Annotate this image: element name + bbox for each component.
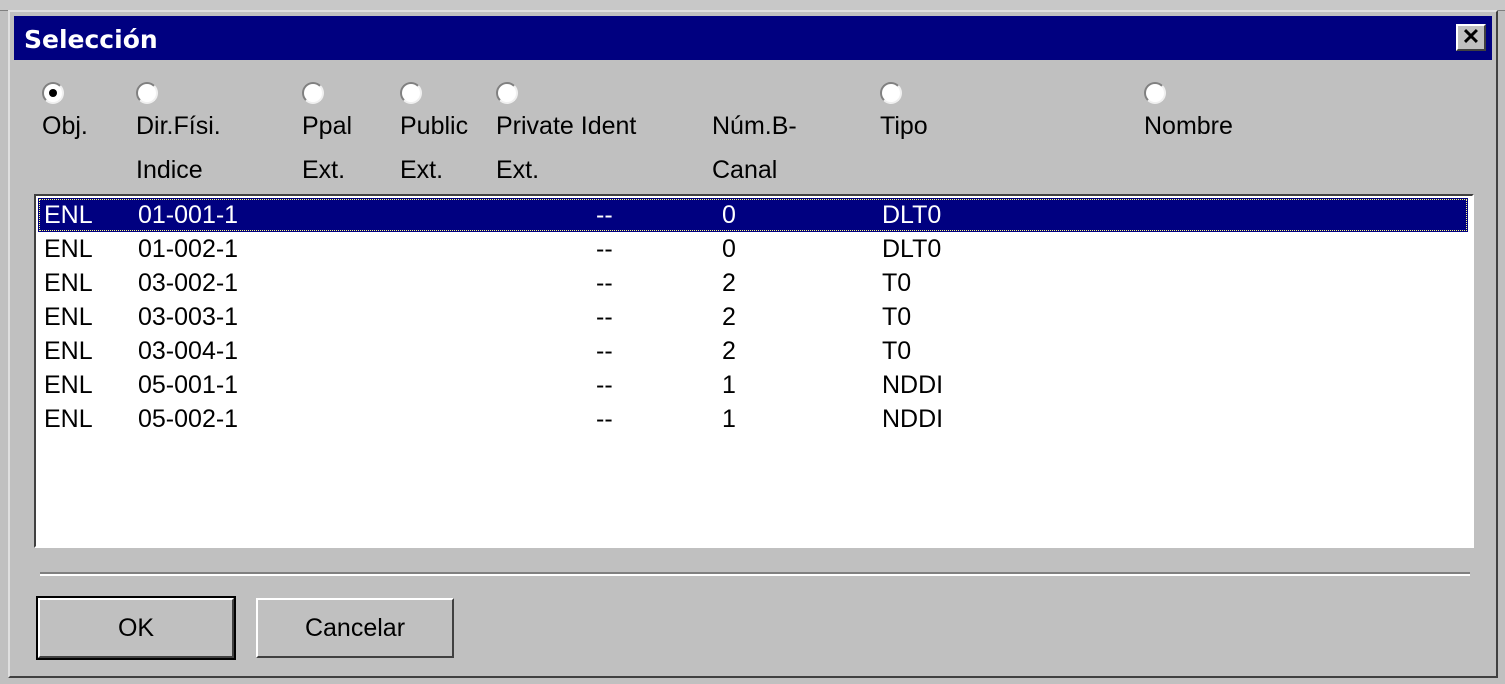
ok-button[interactable]: OK [36, 596, 236, 660]
selection-list[interactable]: ENL 01-001-1 -- 0 DLT0 ENL 01-002-1 -- 0 DLT0 ENL 0… [34, 194, 1474, 548]
cell-dir: 03-002-1 [138, 269, 239, 297]
radio-ppal[interactable] [302, 82, 324, 104]
cell-dir: 01-001-1 [138, 201, 239, 229]
column-label-num: Núm.B- [712, 112, 797, 140]
column-sublabel-ppal: Ext. [302, 156, 346, 184]
radio-dir[interactable] [136, 82, 158, 104]
cell-tipo: NDDI [882, 371, 944, 399]
column-sublabel-public: Ext. [400, 156, 444, 184]
column-sublabel-private: Ext. [496, 156, 540, 184]
close-button[interactable]: ✕ [1456, 24, 1486, 51]
cell-num: 2 [722, 269, 736, 297]
cell-dir: 03-004-1 [138, 337, 239, 365]
radio-nombre[interactable] [1144, 82, 1166, 104]
table-row[interactable]: ENL 03-003-1 -- 2 T0 [38, 300, 1468, 334]
cell-tipo: T0 [882, 337, 912, 365]
column-label-ppal: Ppal [302, 112, 353, 140]
column-label-tipo: Tipo [880, 112, 928, 140]
cell-tipo: DLT0 [882, 235, 942, 263]
cell-tipo: DLT0 [882, 201, 942, 229]
cell-private: -- [596, 337, 613, 365]
cell-obj: ENL [44, 201, 93, 229]
column-label-dir: Dir.Físi. [136, 112, 221, 140]
table-row[interactable]: ENL 03-002-1 -- 2 T0 [38, 266, 1468, 300]
dialog-title: Selección [24, 25, 158, 54]
column-ppal: Ppal Ext. [302, 82, 352, 192]
cell-obj: ENL [44, 405, 93, 433]
cell-num: 0 [722, 201, 736, 229]
column-tipo: Tipo [880, 82, 928, 148]
column-label-private: Private Ident [496, 112, 637, 140]
cell-private: -- [596, 371, 613, 399]
column-sublabel-dir: Indice [136, 156, 203, 184]
column-sublabel-num: Canal [712, 156, 778, 184]
cell-private: -- [596, 269, 613, 297]
column-label-obj: Obj. [42, 112, 88, 140]
table-row[interactable]: ENL 01-001-1 -- 0 DLT0 [38, 198, 1468, 232]
cell-private: -- [596, 201, 613, 229]
column-public: Public Ext. [400, 82, 468, 192]
selection-dialog: Selección ✕ Obj. Dir.Físi. Indice Ppal Ext. P… [8, 10, 1498, 678]
table-row[interactable]: ENL 03-004-1 -- 2 T0 [38, 334, 1468, 368]
cell-tipo: T0 [882, 303, 912, 331]
cell-private: -- [596, 303, 613, 331]
table-row[interactable]: ENL 05-002-1 -- 1 NDDI [38, 402, 1468, 436]
radio-public[interactable] [400, 82, 422, 104]
cell-num: 1 [722, 405, 736, 433]
cell-obj: ENL [44, 303, 93, 331]
cell-private: -- [596, 235, 613, 263]
radio-obj[interactable] [42, 82, 64, 104]
cell-dir: 05-001-1 [138, 371, 239, 399]
column-nombre: Nombre [1144, 82, 1233, 148]
cell-obj: ENL [44, 269, 93, 297]
column-num: Núm.B- Canal [712, 82, 797, 192]
cell-num: 2 [722, 337, 736, 365]
column-obj: Obj. [42, 82, 88, 148]
cell-num: 1 [722, 371, 736, 399]
cell-tipo: NDDI [882, 405, 944, 433]
radio-tipo[interactable] [880, 82, 902, 104]
cell-dir: 03-003-1 [138, 303, 239, 331]
cell-obj: ENL [44, 235, 93, 263]
column-private: Private Ident Ext. [496, 82, 636, 192]
cell-dir: 05-002-1 [138, 405, 239, 433]
cell-private: -- [596, 405, 613, 433]
cell-num: 0 [722, 235, 736, 263]
cell-dir: 01-002-1 [138, 235, 239, 263]
cell-num: 2 [722, 303, 736, 331]
column-label-nombre: Nombre [1144, 112, 1233, 140]
cell-obj: ENL [44, 371, 93, 399]
cancel-button[interactable]: Cancelar [256, 598, 454, 658]
close-icon: ✕ [1461, 24, 1481, 49]
radio-private[interactable] [496, 82, 518, 104]
column-dir: Dir.Físi. Indice [136, 82, 221, 192]
title-bar[interactable]: Selección ✕ [14, 16, 1492, 60]
cell-tipo: T0 [882, 269, 912, 297]
separator [40, 572, 1470, 576]
table-row[interactable]: ENL 05-001-1 -- 1 NDDI [38, 368, 1468, 402]
column-label-public: Public [400, 112, 469, 140]
cell-obj: ENL [44, 337, 93, 365]
table-row[interactable]: ENL 01-002-1 -- 0 DLT0 [38, 232, 1468, 266]
